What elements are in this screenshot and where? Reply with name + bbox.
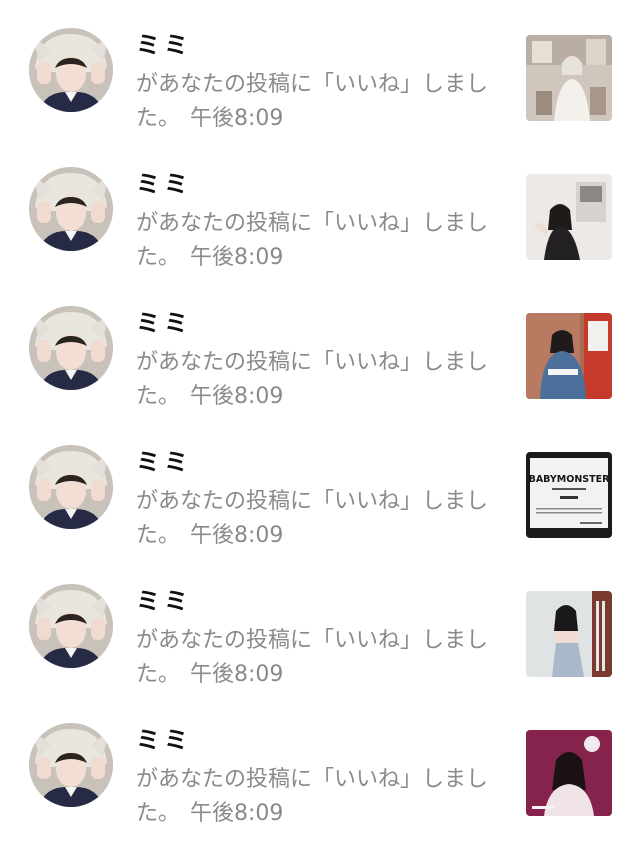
notification-item[interactable]: ミミ があなたの投稿に「いいね」しました。 午後8:09 [0, 695, 640, 833]
post-thumbnail[interactable]: BABYMONSTER [526, 452, 612, 538]
message-text: があなたの投稿に「いいね」しました。 [136, 489, 489, 548]
timestamp: 午後8:09 [190, 801, 284, 826]
user-avatar[interactable] [29, 445, 113, 529]
post-photo-room-icon [526, 35, 612, 121]
notification-list: ミミ があなたの投稿に「いいね」しました。 午後8:09 ミミ があなたの投稿に… [0, 0, 640, 853]
post-invitation-card-icon: BABYMONSTER [526, 452, 612, 538]
message-text: があなたの投稿に「いいね」しました。 [136, 350, 489, 409]
post-photo-wall-icon [526, 174, 612, 260]
timestamp: 午後8:09 [190, 106, 284, 131]
message-text: があなたの投稿に「いいね」しました。 [136, 628, 489, 687]
notification-message: があなたの投稿に「いいね」しました。 午後8:09 [136, 207, 488, 275]
post-photo-studio-icon [526, 591, 612, 677]
notification-item[interactable]: ミミ があなたの投稿に「いいね」しました。 午後8:09 [0, 0, 640, 138]
timestamp: 午後8:09 [190, 662, 284, 687]
avatar-photo-icon [29, 445, 113, 529]
notification-message: があなたの投稿に「いいね」しました。 午後8:09 [136, 485, 488, 553]
thumbnail-text: BABYMONSTER [529, 474, 610, 485]
username[interactable]: ミミ [136, 586, 192, 616]
username[interactable]: ミミ [136, 30, 192, 60]
username[interactable]: ミミ [136, 308, 192, 338]
avatar-photo-icon [29, 584, 113, 668]
message-text: があなたの投稿に「いいね」しました。 [136, 211, 489, 270]
notification-message: があなたの投稿に「いいね」しました。 午後8:09 [136, 763, 488, 831]
timestamp: 午後8:09 [190, 384, 284, 409]
post-thumbnail[interactable] [526, 35, 612, 121]
notification-message: があなたの投稿に「いいね」しました。 午後8:09 [136, 68, 488, 136]
username[interactable]: ミミ [136, 447, 192, 477]
user-avatar[interactable] [29, 584, 113, 668]
user-avatar[interactable] [29, 167, 113, 251]
user-avatar[interactable] [29, 306, 113, 390]
post-photo-denim-icon [526, 313, 612, 399]
notification-item[interactable]: ミミ があなたの投稿に「いいね」しました。 午後8:09 [0, 556, 640, 694]
avatar-photo-icon [29, 167, 113, 251]
notification-item[interactable]: ミミ があなたの投稿に「いいね」しました。 午後8:09 [0, 139, 640, 277]
message-text: があなたの投稿に「いいね」しました。 [136, 72, 489, 131]
post-thumbnail[interactable] [526, 313, 612, 399]
post-thumbnail[interactable] [526, 730, 612, 816]
username[interactable]: ミミ [136, 169, 192, 199]
post-thumbnail[interactable] [526, 591, 612, 677]
post-thumbnail[interactable] [526, 174, 612, 260]
timestamp: 午後8:09 [190, 245, 284, 270]
user-avatar[interactable] [29, 28, 113, 112]
post-photo-portrait-icon [526, 730, 612, 816]
notification-message: があなたの投稿に「いいね」しました。 午後8:09 [136, 624, 488, 692]
notification-item[interactable]: ミミ があなたの投稿に「いいね」しました。 午後8:09 BABYMONSTER [0, 417, 640, 555]
timestamp: 午後8:09 [190, 523, 284, 548]
avatar-photo-icon [29, 28, 113, 112]
message-text: があなたの投稿に「いいね」しました。 [136, 767, 489, 826]
notification-item[interactable]: ミミ があなたの投稿に「いいね」しました。 午後8:09 [0, 278, 640, 416]
avatar-photo-icon [29, 306, 113, 390]
avatar-photo-icon [29, 723, 113, 807]
username[interactable]: ミミ [136, 725, 192, 755]
user-avatar[interactable] [29, 723, 113, 807]
notification-message: があなたの投稿に「いいね」しました。 午後8:09 [136, 346, 488, 414]
